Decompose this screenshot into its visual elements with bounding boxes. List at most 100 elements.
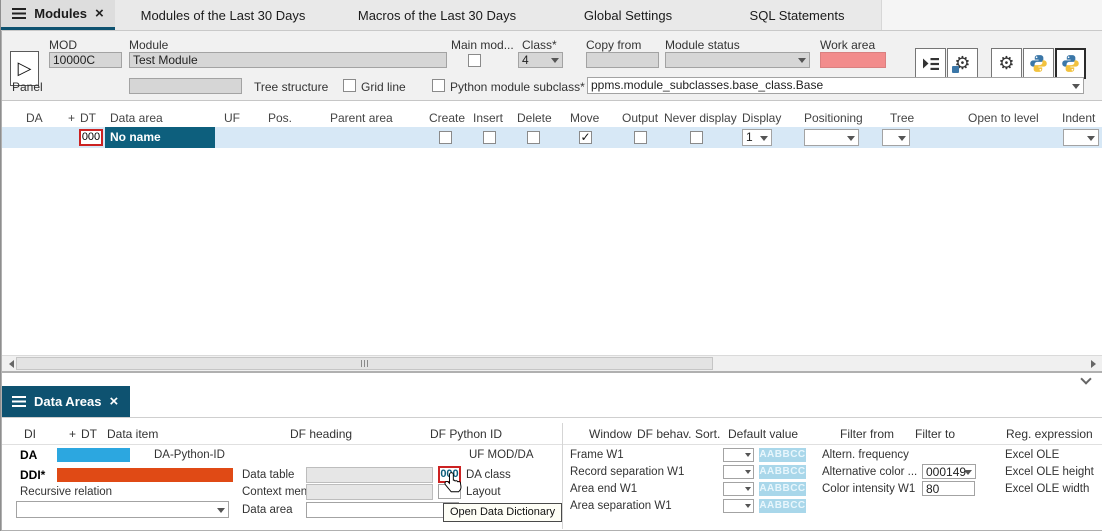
data-area-label: Data area bbox=[242, 504, 293, 516]
frame-w1-select[interactable] bbox=[723, 448, 754, 462]
tab-label: SQL Statements bbox=[750, 8, 845, 23]
main-module-label: Main mod... bbox=[451, 38, 514, 52]
record-separation-w1-select[interactable] bbox=[723, 465, 754, 479]
display-select[interactable]: 1 bbox=[742, 129, 772, 146]
color-intensity-input[interactable]: 80 bbox=[922, 481, 975, 496]
scroll-right-button[interactable] bbox=[1088, 356, 1102, 371]
col-header-uf: UF bbox=[224, 111, 240, 125]
col-header-move: Move bbox=[570, 111, 599, 125]
col-header-indent: Indent bbox=[1062, 111, 1095, 125]
tab-modules-last-30-days[interactable]: Modules of the Last 30 Days bbox=[115, 0, 331, 30]
app-window: Modules × Modules of the Last 30 Days Ma… bbox=[0, 0, 1102, 531]
list-play-icon bbox=[921, 55, 940, 73]
frame-w1-color-swatch[interactable]: AABBCC bbox=[759, 448, 806, 462]
output-checkbox[interactable]: ✓ bbox=[634, 131, 647, 144]
tab-global-settings[interactable]: Global Settings bbox=[543, 0, 713, 30]
data-area-input[interactable] bbox=[306, 502, 459, 518]
tab-modules[interactable]: Modules × bbox=[1, 0, 115, 30]
tab-data-areas-label: Data Areas bbox=[34, 394, 101, 409]
col-header-reg-expression: Reg. expression bbox=[1006, 427, 1093, 441]
move-checkbox[interactable]: ✓ bbox=[579, 131, 592, 144]
context-menu-input[interactable] bbox=[306, 484, 433, 500]
col-header-create: Create bbox=[429, 111, 465, 125]
module-status-select[interactable] bbox=[665, 52, 810, 68]
add-dt-button[interactable]: + bbox=[68, 111, 75, 125]
col-header-delete: Delete bbox=[517, 111, 552, 125]
class-select[interactable]: 4 bbox=[518, 52, 563, 68]
da-class-label: DA class bbox=[466, 469, 511, 481]
tab-data-areas[interactable]: Data Areas × bbox=[2, 386, 130, 417]
python-macros-button[interactable] bbox=[1023, 48, 1054, 79]
area-end-w1-select[interactable] bbox=[723, 482, 754, 496]
settings-button[interactable]: ⚙ bbox=[991, 48, 1022, 79]
close-icon[interactable]: × bbox=[109, 394, 118, 409]
recursive-relation-label: Recursive relation bbox=[20, 486, 112, 498]
da-number-field[interactable] bbox=[57, 448, 130, 462]
tab-sql-statements[interactable]: SQL Statements bbox=[713, 0, 881, 30]
col-header-parent-area: Parent area bbox=[330, 111, 393, 125]
indent-select[interactable] bbox=[1063, 129, 1099, 146]
area-end-w1-swatch-text: AABBCC bbox=[759, 483, 805, 494]
uf-mod-da-label: UF MOD/DA bbox=[469, 449, 534, 461]
panel-input[interactable] bbox=[129, 78, 242, 94]
python-subclass-checkbox[interactable]: ✓ bbox=[432, 79, 445, 92]
copy-from-input[interactable] bbox=[586, 52, 659, 68]
module-name-input[interactable]: Test Module bbox=[129, 52, 447, 68]
record-separation-w1-color-swatch[interactable]: AABBCC bbox=[759, 465, 806, 479]
alternative-color-select[interactable]: 000149 bbox=[922, 464, 976, 479]
positioning-select[interactable] bbox=[804, 129, 859, 146]
area-end-w1-label: Area end W1 bbox=[570, 483, 637, 495]
menu-icon[interactable] bbox=[12, 396, 26, 407]
col-header-positioning: Positioning bbox=[804, 111, 863, 125]
ddi-field[interactable] bbox=[57, 468, 233, 482]
work-area-input[interactable] bbox=[820, 52, 886, 68]
col-header-never-display: Never display bbox=[664, 111, 737, 125]
mod-input[interactable]: 10000C bbox=[49, 52, 122, 68]
python-subclass-select[interactable]: ppms.module_subclasses.base_class.Base bbox=[587, 77, 1084, 94]
mod-label: MOD bbox=[49, 38, 77, 52]
python-editor-button[interactable] bbox=[1055, 48, 1086, 79]
scrollbar-thumb[interactable] bbox=[16, 357, 713, 370]
area-separation-w1-color-swatch[interactable]: AABBCC bbox=[759, 499, 806, 513]
area-end-w1-color-swatch[interactable]: AABBCC bbox=[759, 482, 806, 496]
collapse-panel-chevron-icon[interactable] bbox=[1080, 373, 1091, 384]
tree-select[interactable] bbox=[882, 129, 910, 146]
grid-line-checkbox[interactable]: ✓ bbox=[343, 79, 356, 92]
add-dt-button[interactable]: + bbox=[69, 427, 76, 441]
scroll-left-button[interactable] bbox=[2, 356, 16, 371]
check-icon: ✓ bbox=[580, 130, 590, 144]
excel-ole-label: Excel OLE bbox=[1005, 449, 1059, 461]
module-settings-button[interactable]: ⚙ bbox=[947, 48, 978, 79]
col-header-dt: DT bbox=[81, 427, 97, 441]
never-display-checkbox[interactable]: ✓ bbox=[690, 131, 703, 144]
divider bbox=[2, 444, 1102, 445]
top-tab-bar: Modules × Modules of the Last 30 Days Ma… bbox=[1, 0, 1102, 31]
col-header-open-to-level: Open to level bbox=[968, 111, 1039, 125]
insert-checkbox[interactable]: ✓ bbox=[483, 131, 496, 144]
divider bbox=[2, 417, 1102, 418]
tab-label: Global Settings bbox=[584, 8, 672, 23]
macro-list-button[interactable] bbox=[915, 48, 946, 79]
recursive-relation-select[interactable] bbox=[16, 501, 229, 518]
menu-icon[interactable] bbox=[12, 8, 26, 19]
color-intensity-label: Color intensity W1 bbox=[822, 483, 915, 495]
grid-line-label: Grid line bbox=[361, 80, 406, 94]
tree-structure-label: Tree structure bbox=[254, 80, 328, 94]
main-module-checkbox[interactable]: ✓ bbox=[468, 54, 481, 67]
col-header-filter-from: Filter from bbox=[840, 427, 894, 441]
thumb-grip-icon bbox=[367, 360, 368, 367]
dt-cell[interactable]: 000 bbox=[79, 129, 103, 146]
excel-ole-width-label: Excel OLE width bbox=[1005, 483, 1089, 495]
data-table-input[interactable] bbox=[306, 467, 433, 483]
delete-checkbox[interactable]: ✓ bbox=[527, 131, 540, 144]
data-area-name-cell[interactable]: No name bbox=[105, 127, 215, 148]
col-header-default-value: Default value bbox=[728, 427, 798, 441]
create-checkbox[interactable]: ✓ bbox=[439, 131, 452, 144]
col-header-df-behav: DF behav. bbox=[637, 427, 691, 441]
close-icon[interactable]: × bbox=[95, 6, 104, 21]
gear-icon: ⚙ bbox=[998, 53, 1014, 74]
area-separation-w1-select[interactable] bbox=[723, 499, 754, 513]
frame-w1-swatch-text: AABBCC bbox=[759, 449, 805, 460]
tab-macros-last-30-days[interactable]: Macros of the Last 30 Days bbox=[331, 0, 543, 30]
horizontal-scrollbar[interactable] bbox=[2, 355, 1102, 371]
